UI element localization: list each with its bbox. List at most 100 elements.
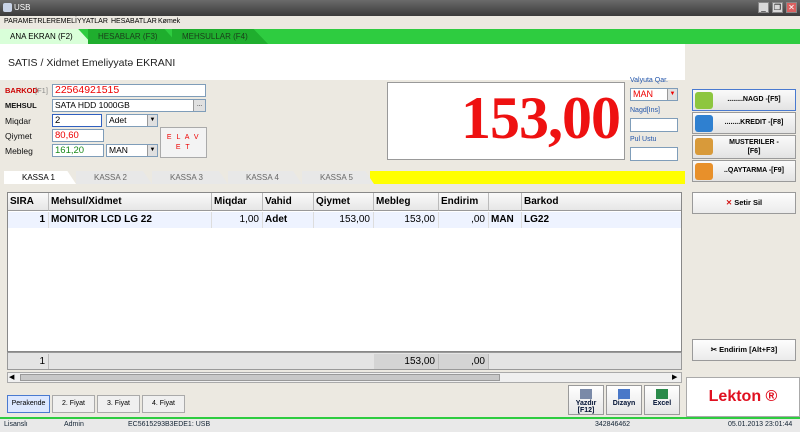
table-row-cell-barcode[interactable]: LG22	[522, 212, 681, 228]
minimize-button[interactable]: _	[758, 2, 769, 13]
scissors-icon: ✂	[710, 345, 718, 354]
currency-value: MAN	[109, 145, 128, 155]
credit-payment-label: ........KREDIT -[F8]	[724, 119, 784, 126]
main-tab-bar: ANA EKRAN (F2) HESABLAR (F3) MEHSULLAR (…	[0, 29, 800, 44]
customers-label: MUSTERILER - [F6]	[715, 138, 793, 156]
excel-icon	[656, 389, 668, 399]
cash-icon	[695, 92, 713, 109]
barcode-input[interactable]: 22564921515	[52, 84, 206, 97]
status-bar: Lisanslı Admin EC5615293B3EDE1: USB 3428…	[0, 417, 800, 432]
status-license: Lisanslı	[4, 421, 28, 428]
col-header-currency[interactable]	[489, 193, 522, 211]
table-row-cell-discount[interactable]: ,00	[439, 212, 489, 228]
table-row-cell-unit[interactable]: Adet	[263, 212, 314, 228]
tab-register-5[interactable]: KASSA 5	[302, 171, 374, 184]
product-lookup-button[interactable]: ...	[193, 100, 205, 111]
price-input[interactable]: 80,60	[52, 129, 104, 142]
restore-button[interactable]: ❐	[772, 2, 783, 13]
customers-icon	[695, 138, 713, 155]
print-button[interactable]: Yazdır [F12]	[568, 385, 604, 415]
payment-currency-select[interactable]: MAN ▼	[630, 88, 678, 101]
close-icon: ✕	[725, 198, 733, 207]
change-output	[630, 147, 678, 161]
print-label: Yazdır	[575, 400, 597, 407]
customers-button[interactable]: MUSTERILER - [F6]	[692, 135, 796, 159]
product-value: SATA HDD 1000GB	[55, 100, 130, 110]
cash-input[interactable]	[630, 118, 678, 132]
table-row-cell-qty[interactable]: 1,00	[212, 212, 263, 228]
design-button[interactable]: Dizayn	[606, 385, 642, 415]
excel-button[interactable]: Excel	[644, 385, 680, 415]
cart-icon	[695, 115, 713, 132]
add-button-line1: E L A V	[166, 134, 201, 141]
unit-select[interactable]: Adet ▼	[106, 114, 158, 127]
table-row-cell-price[interactable]: 153,00	[314, 212, 374, 228]
payment-side-panel: Valyuta Qar. MAN ▼ Nagd[Ins] Pul Ustu	[627, 74, 683, 169]
return-label: ..QAYTARMA -[F9]	[723, 167, 785, 174]
tab-register-1[interactable]: KASSA 1	[4, 171, 76, 184]
design-label: Dizayn	[612, 400, 636, 407]
tab-accounts[interactable]: HESABLAR (F3)	[88, 29, 178, 44]
scroll-left-icon[interactable]: ◀	[9, 373, 14, 381]
price-3-button[interactable]: 3. Fiyat	[97, 395, 140, 413]
col-header-product[interactable]: Mehsul/Xidmet	[49, 193, 212, 211]
col-header-amount[interactable]: Mebleg	[374, 193, 439, 211]
delete-row-button[interactable]: ✕ Setir Sil	[692, 192, 796, 214]
credit-payment-button[interactable]: ........KREDIT -[F8]	[692, 112, 796, 134]
tab-main-screen[interactable]: ANA EKRAN (F2)	[0, 29, 92, 44]
horizontal-scrollbar[interactable]: ◀ ▶	[7, 372, 682, 383]
return-icon	[695, 163, 713, 180]
product-input[interactable]: SATA HDD 1000GB ...	[52, 99, 206, 112]
col-header-row-no[interactable]: SIRA	[8, 193, 49, 211]
entry-form: BARKOD [F1] 22564921515 MEHSUL SATA HDD …	[0, 80, 386, 166]
menu-help[interactable]: Kømek	[158, 18, 180, 25]
col-header-unit[interactable]: Vahid	[263, 193, 314, 211]
payment-currency-value: MAN	[633, 89, 653, 99]
col-header-barcode[interactable]: Barkod	[522, 193, 681, 211]
status-datetime: 05.01.2013 23:01:44	[728, 421, 793, 428]
table-row-cell-no[interactable]: 1	[8, 212, 49, 228]
col-header-discount[interactable]: Endirim	[439, 193, 489, 211]
footer-count: 1	[8, 354, 49, 369]
tab-register-2[interactable]: KASSA 2	[76, 171, 152, 184]
price-retail-button[interactable]: Perakende	[7, 395, 50, 413]
footer-discount: ,00	[439, 354, 489, 369]
menu-operations[interactable]: EMELİYYATLAR	[56, 18, 108, 25]
qty-input[interactable]: 2	[52, 114, 102, 127]
brand-logo: Lekton ®	[686, 377, 800, 417]
tab-register-4[interactable]: KASSA 4	[228, 171, 302, 184]
sales-grid[interactable]: SIRA Mehsul/Xidmet Miqdar Vahid Qiymet M…	[7, 192, 682, 352]
scroll-right-icon[interactable]: ▶	[672, 373, 677, 381]
discount-button[interactable]: ✂ Endirim [Alt+F3]	[692, 339, 796, 361]
col-header-price[interactable]: Qiymet	[314, 193, 374, 211]
scroll-thumb[interactable]	[20, 374, 500, 381]
price-2-button[interactable]: 2. Fiyat	[52, 395, 95, 413]
pen-icon	[618, 389, 630, 399]
tab-products[interactable]: MEHSULLAR (F4)	[172, 29, 268, 44]
menu-reports[interactable]: HESABATLAR	[111, 18, 157, 25]
qty-label: Miqdar	[5, 116, 31, 126]
table-row-cell-amount[interactable]: 153,00	[374, 212, 439, 228]
cash-payment-button[interactable]: ........NAGD -[F5]	[692, 89, 796, 111]
price-4-button[interactable]: 4. Fiyat	[142, 395, 185, 413]
product-label: MEHSUL	[5, 101, 37, 110]
amount-input[interactable]: 161,20	[52, 144, 104, 157]
close-button[interactable]: ✕	[786, 2, 797, 13]
currency-select[interactable]: MAN ▼	[106, 144, 158, 157]
table-row-cell-product[interactable]: MONITOR LCD LG 22	[49, 212, 212, 228]
chevron-down-icon[interactable]: ▼	[147, 115, 157, 126]
col-header-qty[interactable]: Miqdar	[212, 193, 263, 211]
barcode-shortcut: [F1]	[35, 86, 48, 95]
add-button[interactable]: E L A V E T	[160, 127, 207, 158]
menu-parameters[interactable]: PARAMETRLER	[4, 18, 56, 25]
cash-label: Nagd[Ins]	[630, 107, 660, 114]
table-row-cell-currency[interactable]: MAN	[489, 212, 522, 228]
chevron-down-icon[interactable]: ▼	[147, 145, 157, 156]
return-button[interactable]: ..QAYTARMA -[F9]	[692, 160, 796, 182]
title-bar: USB _ ❐ ✕	[0, 0, 800, 16]
change-label: Pul Ustu	[630, 136, 657, 143]
chevron-down-icon[interactable]: ▼	[667, 89, 677, 100]
header-panel: SATIS / Xidmet Emeliyyatə EKRANI	[0, 44, 685, 80]
tab-register-3[interactable]: KASSA 3	[152, 171, 228, 184]
customers-label-line2: [F6]	[747, 148, 761, 155]
